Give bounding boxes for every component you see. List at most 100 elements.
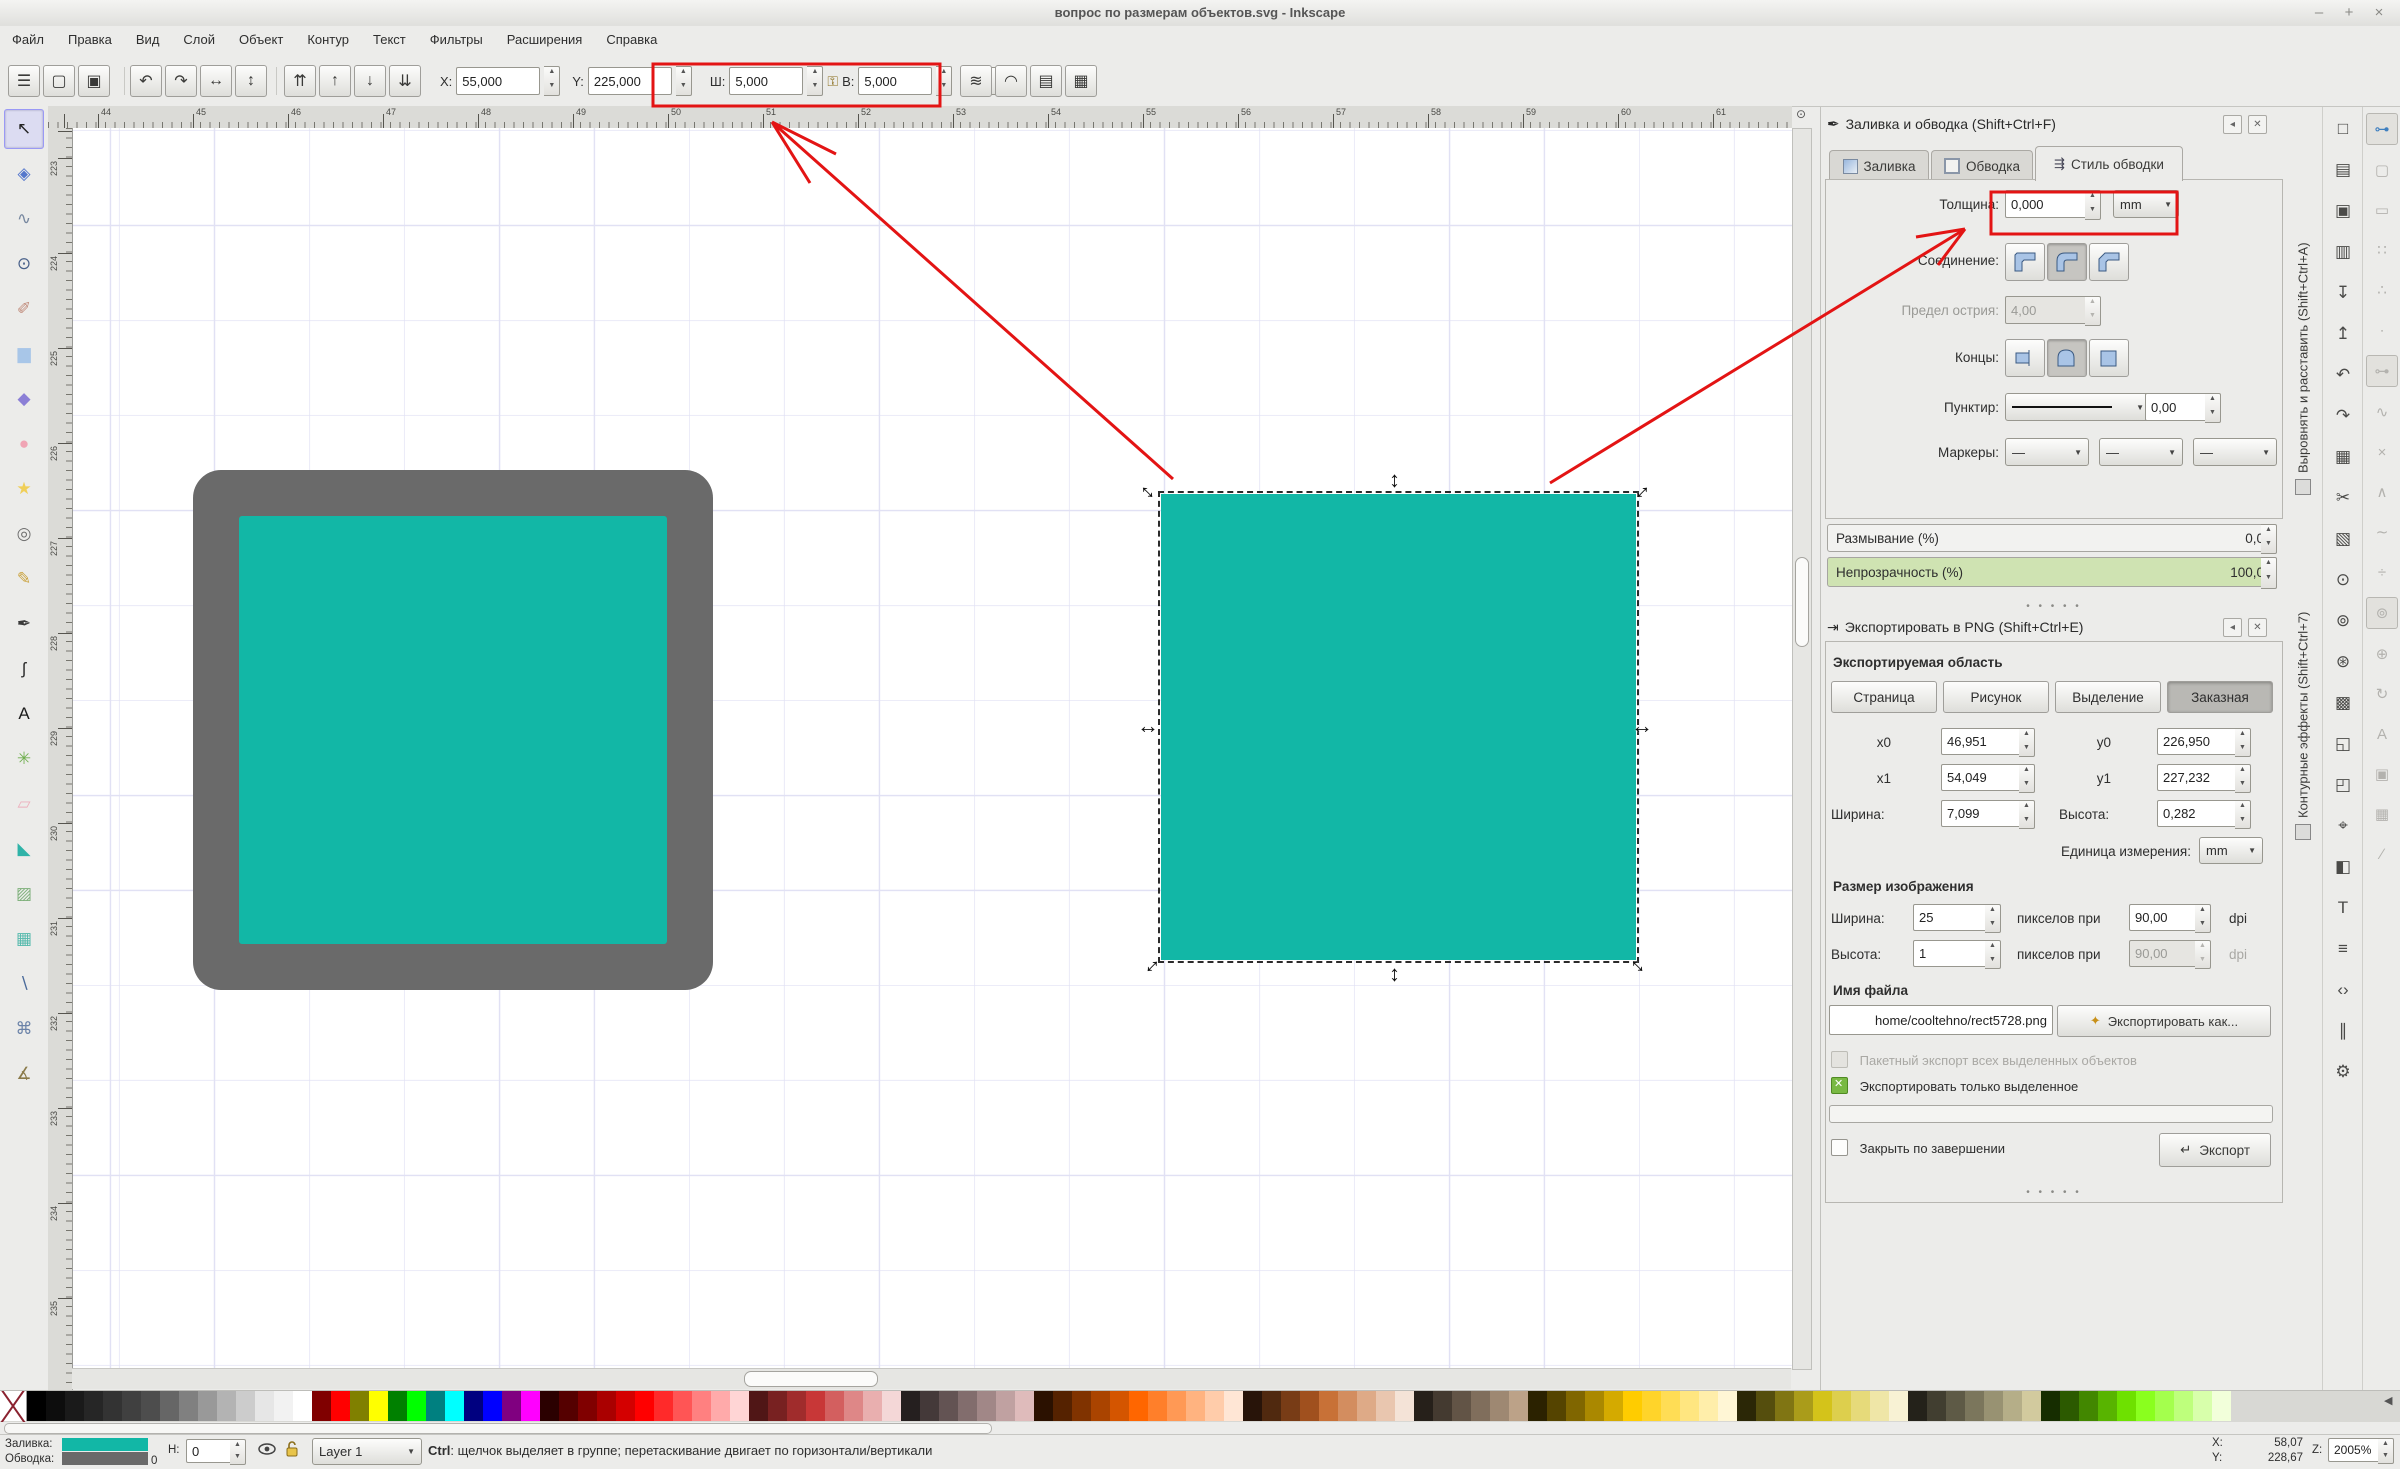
print-icon[interactable]: ▥: [2327, 236, 2359, 268]
join-miter-button[interactable]: [2005, 243, 2045, 281]
minimize-button[interactable]: –: [2304, 0, 2334, 26]
marker-dropdown-start[interactable]: —: [2005, 438, 2089, 466]
palette-swatch[interactable]: [46, 1391, 65, 1421]
palette-swatch[interactable]: [407, 1391, 426, 1421]
y0-spinner[interactable]: [2235, 728, 2251, 757]
palette-swatch[interactable]: [65, 1391, 84, 1421]
create-clone-icon[interactable]: ◱: [2327, 728, 2359, 760]
cap-round-button[interactable]: [2047, 339, 2087, 377]
move-gradients-toggle-icon[interactable]: ▤: [1030, 65, 1062, 97]
palette-swatch[interactable]: [1737, 1391, 1756, 1421]
palette-swatch[interactable]: [369, 1391, 388, 1421]
palette-swatch[interactable]: [1680, 1391, 1699, 1421]
palette-swatch[interactable]: [597, 1391, 616, 1421]
palette-swatch[interactable]: [2136, 1391, 2155, 1421]
marker-dropdown-end[interactable]: —: [2193, 438, 2277, 466]
selection-handle-w[interactable]: ↔: [1137, 716, 1159, 736]
find-icon[interactable]: ⌖: [2327, 810, 2359, 842]
tool-measure[interactable]: ✐: [4, 289, 44, 329]
palette-swatch[interactable]: [1566, 1391, 1585, 1421]
menu-слой[interactable]: Слой: [171, 26, 227, 53]
image-height-spinner[interactable]: [1985, 940, 2001, 969]
tool-pen[interactable]: ✒: [4, 604, 44, 644]
palette-swatch[interactable]: [1186, 1391, 1205, 1421]
rotate-cw-icon[interactable]: ↷: [165, 65, 197, 97]
palette-swatch[interactable]: [255, 1391, 274, 1421]
tool-spray[interactable]: ✳: [4, 739, 44, 779]
palette-swatch[interactable]: [1604, 1391, 1623, 1421]
palette-swatch[interactable]: [1718, 1391, 1737, 1421]
dock-collapse-button[interactable]: ◂: [2223, 115, 2242, 134]
palette-swatch[interactable]: [1395, 1391, 1414, 1421]
snap-grid-icon[interactable]: ▦: [2367, 799, 2397, 829]
fill-indicator-swatch[interactable]: [62, 1438, 148, 1451]
palette-swatch[interactable]: [730, 1391, 749, 1421]
palette-swatch[interactable]: [844, 1391, 863, 1421]
palette-swatch[interactable]: [1357, 1391, 1376, 1421]
horizontal-ruler[interactable]: 444546474849505152535455565758596061: [48, 106, 1792, 129]
y0-field[interactable]: 226,950: [2157, 728, 2243, 755]
palette-swatch[interactable]: [1110, 1391, 1129, 1421]
palette-swatch[interactable]: [2098, 1391, 2117, 1421]
selection-handle-n[interactable]: ↕: [1389, 470, 1400, 490]
snap-text-baselines-icon[interactable]: A: [2367, 719, 2397, 749]
snap-bbox-edge-midpoints-icon[interactable]: ∴: [2367, 275, 2397, 305]
tool-measure-angle[interactable]: ∡: [4, 1054, 44, 1094]
export-area-drawing[interactable]: Рисунок: [1943, 681, 2049, 713]
stroke-indicator-swatch[interactable]: [62, 1452, 148, 1465]
x-spinner[interactable]: [544, 66, 560, 96]
snap-guides-icon[interactable]: ∕: [2367, 839, 2397, 869]
palette-swatch[interactable]: [1509, 1391, 1528, 1421]
tool-dropper[interactable]: ∖: [4, 964, 44, 1004]
y-spinner[interactable]: [676, 66, 692, 96]
stroke-width-unit-dropdown[interactable]: mm: [2113, 190, 2179, 218]
palette-swatch[interactable]: [996, 1391, 1015, 1421]
tool-text[interactable]: A: [4, 694, 44, 734]
palette-swatch[interactable]: [331, 1391, 350, 1421]
palette-swatch[interactable]: [977, 1391, 996, 1421]
import-icon[interactable]: ↧: [2327, 277, 2359, 309]
palette-swatch[interactable]: [1205, 1391, 1224, 1421]
scale-stroke-toggle-icon[interactable]: ≋: [960, 65, 992, 97]
palette-swatch[interactable]: [84, 1391, 103, 1421]
text-dialog-icon[interactable]: T: [2327, 892, 2359, 924]
zoom-drawing-icon[interactable]: ⊚: [2327, 605, 2359, 637]
snap-paths-icon[interactable]: ∿: [2367, 397, 2397, 427]
marker-dropdown-mid[interactable]: —: [2099, 438, 2183, 466]
area-width-field[interactable]: 7,099: [1941, 800, 2027, 827]
stroke-width-field[interactable]: 0,000: [2005, 190, 2087, 218]
x0-field[interactable]: 46,951: [1941, 728, 2027, 755]
tool-star[interactable]: ★: [4, 469, 44, 509]
vertical-scrollbar-thumb[interactable]: [1795, 557, 1809, 647]
palette-swatch[interactable]: [1243, 1391, 1262, 1421]
snap-object-centers-icon[interactable]: ⊕: [2367, 639, 2397, 669]
menu-справка[interactable]: Справка: [594, 26, 669, 53]
dpi-width-spinner[interactable]: [2195, 904, 2211, 933]
palette-swatch[interactable]: [1889, 1391, 1908, 1421]
palette-swatch[interactable]: [293, 1391, 312, 1421]
snap-cusp-nodes-icon[interactable]: ∧: [2367, 477, 2397, 507]
area-height-spinner[interactable]: [2235, 800, 2251, 829]
snap-bbox-edges-icon[interactable]: ▭: [2367, 195, 2397, 225]
palette-scrollbar[interactable]: [0, 1422, 2400, 1434]
xml-editor-icon[interactable]: ‹›: [2327, 974, 2359, 1006]
lower-to-bottom-icon[interactable]: ⇊: [389, 65, 421, 97]
raise-icon[interactable]: ↑: [319, 65, 351, 97]
tool-3dbox[interactable]: ◆: [4, 379, 44, 419]
flip-vertical-icon[interactable]: ↕: [235, 65, 267, 97]
x1-field[interactable]: 54,049: [1941, 764, 2027, 791]
opacity-spinner[interactable]: [2261, 557, 2277, 589]
tool-tweak[interactable]: ∿: [4, 199, 44, 239]
dock-resize-handle[interactable]: • • • • •: [1821, 601, 2287, 612]
dash-offset-spinner[interactable]: [2205, 393, 2221, 423]
palette-swatch[interactable]: [312, 1391, 331, 1421]
lower-icon[interactable]: ↓: [354, 65, 386, 97]
palette-swatch[interactable]: [635, 1391, 654, 1421]
palette-swatch[interactable]: [578, 1391, 597, 1421]
zoom-spinner[interactable]: [2378, 1438, 2394, 1464]
palette-swatch[interactable]: [1908, 1391, 1927, 1421]
dock-resize-handle[interactable]: • • • • •: [1821, 1187, 2287, 1198]
palette-swatch[interactable]: [2041, 1391, 2060, 1421]
area-height-field[interactable]: 0,282: [2157, 800, 2243, 827]
palette-swatch[interactable]: [711, 1391, 730, 1421]
